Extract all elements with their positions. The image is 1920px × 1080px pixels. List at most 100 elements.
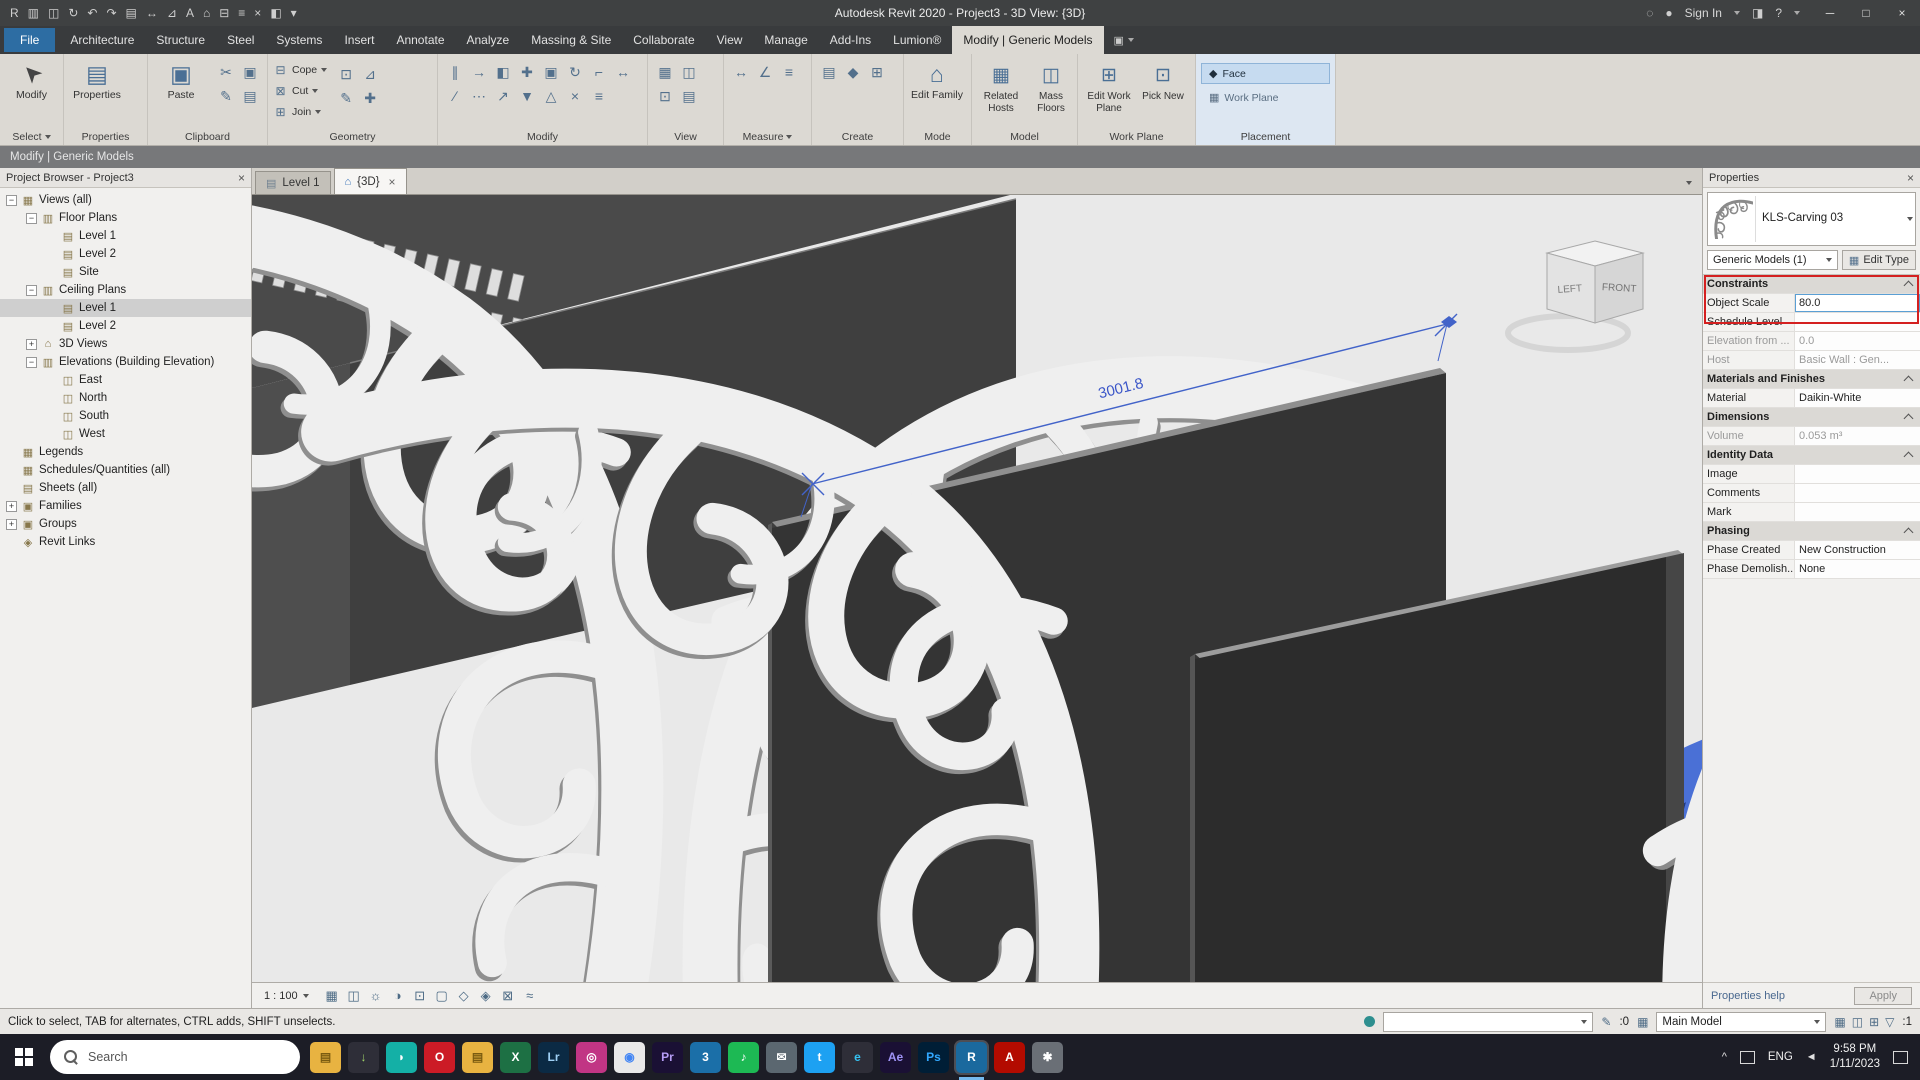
tree-item[interactable]: − ▥ Ceiling Plans <box>0 281 251 299</box>
create-parts-icon[interactable]: ▤ <box>817 60 841 84</box>
revit-home-icon[interactable]: R <box>10 0 19 26</box>
mirror-icon[interactable]: ◧ <box>491 60 515 84</box>
show-crop-icon[interactable]: ▢ <box>431 986 453 1006</box>
worksharing-display-icon[interactable]: ≈ <box>519 986 541 1006</box>
editable-elements-icon[interactable]: ✎ <box>1601 1015 1611 1029</box>
beam-cope-icon[interactable]: ⊿ <box>358 62 382 86</box>
property-value[interactable]: Basic Wall : Gen... <box>1795 351 1920 369</box>
tray-expand-icon[interactable]: ^ <box>1722 1051 1727 1063</box>
property-value[interactable]: None <box>1795 560 1920 578</box>
ribbon-tab[interactable]: Analyze <box>456 26 521 54</box>
notification-center-icon[interactable] <box>1893 1050 1908 1064</box>
trim-icon[interactable]: ⌐ <box>587 60 611 84</box>
property-value[interactable] <box>1795 484 1920 502</box>
property-row[interactable]: Constraints <box>1703 275 1920 294</box>
match-type-icon[interactable]: ✎ <box>214 84 238 108</box>
paste-special-icon[interactable]: ▤ <box>238 84 262 108</box>
ribbon-tab[interactable]: Massing & Site <box>520 26 622 54</box>
properties-help-link[interactable]: Properties help <box>1711 990 1785 1002</box>
property-row[interactable]: Identity Data <box>1703 446 1920 465</box>
property-row[interactable]: Phase Demolish... None <box>1703 560 1920 579</box>
property-value[interactable]: 0.0 <box>1795 332 1920 350</box>
search-icon[interactable]: ◌ <box>1646 6 1653 20</box>
visual-style-icon[interactable]: ◫ <box>343 986 365 1006</box>
close-properties-icon[interactable]: × <box>1907 171 1914 185</box>
placement-face-option[interactable]: ◆ Face <box>1201 63 1330 84</box>
worksets-dialog-icon[interactable]: ▦ <box>1637 1015 1648 1029</box>
pin-icon[interactable]: ▼ <box>515 84 539 108</box>
download-manager[interactable]: ↓ <box>348 1041 379 1073</box>
tree-item[interactable]: ◫ East <box>0 371 251 389</box>
sync-icon[interactable]: ↻ <box>68 0 78 26</box>
show-hidden-icon[interactable]: ◫ <box>677 60 701 84</box>
after-effects[interactable]: Ae <box>880 1041 911 1073</box>
drawing-area[interactable]: 3001.8 LEFT FRONT <box>252 195 1702 982</box>
crop-view-icon[interactable]: ⊡ <box>409 986 431 1006</box>
ribbon-tab[interactable]: Structure <box>145 26 216 54</box>
tray-app-icon[interactable] <box>1739 1050 1755 1064</box>
view-range-icon[interactable]: ▤ <box>677 84 701 108</box>
extend-icon[interactable]: ↔ <box>611 60 635 84</box>
copy-icon[interactable]: ▣ <box>539 60 563 84</box>
ribbon-tab[interactable]: Systems <box>265 26 333 54</box>
volume-icon[interactable]: ◄ <box>1806 1051 1817 1063</box>
property-row[interactable]: Phasing <box>1703 522 1920 541</box>
premiere[interactable]: Pr <box>652 1041 683 1073</box>
close-project-browser-icon[interactable]: × <box>238 171 245 185</box>
cope-button[interactable]: ⊟ Cope <box>273 59 328 80</box>
customize-qat-icon[interactable]: ▾ <box>291 0 297 26</box>
revit[interactable]: R <box>956 1041 987 1080</box>
tree-item[interactable]: + ⌂ 3D Views <box>0 335 251 353</box>
close-view-tab-icon[interactable]: × <box>389 175 396 189</box>
tree-item[interactable]: ▦ Schedules/Quantities (all) <box>0 461 251 479</box>
unlocked-view-icon[interactable]: ⊠ <box>497 986 519 1006</box>
cut-icon[interactable]: ✂ <box>214 60 238 84</box>
ribbon-tab[interactable]: Lumion® <box>882 26 952 54</box>
tree-item[interactable]: − ▥ Elevations (Building Elevation) <box>0 353 251 371</box>
ribbon-tab[interactable]: Manage <box>753 26 818 54</box>
tree-item[interactable]: + ▣ Families <box>0 497 251 515</box>
wall-joins-icon[interactable]: ⊡ <box>334 62 358 86</box>
match-icon[interactable]: ≡ <box>587 84 611 108</box>
switch-windows-icon[interactable]: ◧ <box>270 0 281 26</box>
ribbon-tab[interactable]: View <box>706 26 754 54</box>
tree-item[interactable]: ▤ Level 2 <box>0 317 251 335</box>
edit-type-button[interactable]: ▦ Edit Type <box>1841 250 1916 270</box>
property-row[interactable]: Mark <box>1703 503 1920 522</box>
cut-profile-icon[interactable]: ▦ <box>653 60 677 84</box>
unpin-icon[interactable]: △ <box>539 84 563 108</box>
folder[interactable]: ▤ <box>462 1041 493 1073</box>
aligned-dimension-icon[interactable]: ⊿ <box>167 0 177 26</box>
3d-scene[interactable]: 3001.8 LEFT FRONT <box>252 195 1702 982</box>
property-value[interactable] <box>1795 313 1920 331</box>
messaging-app[interactable]: ◗ <box>386 1041 417 1073</box>
rotate-icon[interactable]: ↻ <box>563 60 587 84</box>
property-row[interactable]: Materials and Finishes <box>1703 370 1920 389</box>
create-similar-icon[interactable]: ◆ <box>841 60 865 84</box>
scale-icon[interactable]: ↗ <box>491 84 515 108</box>
pick-new-button[interactable]: ⊡ Pick New <box>1137 59 1189 114</box>
viewcube[interactable]: LEFT FRONT <box>1505 240 1645 353</box>
array-icon[interactable]: ⋯ <box>467 84 491 108</box>
reveal-hidden-icon[interactable]: ◈ <box>475 986 497 1006</box>
create-group-icon[interactable]: ⊞ <box>865 60 889 84</box>
view-tab[interactable]: ⌂ {3D} × <box>333 168 407 194</box>
edge[interactable]: e <box>842 1041 873 1073</box>
active-tool-indicator[interactable]: ▣ <box>1104 26 1144 54</box>
editable-only-icon[interactable]: ▦ <box>1834 1015 1845 1029</box>
chrome[interactable]: ◉ <box>614 1041 645 1073</box>
view-tab[interactable]: ▤ Level 1 <box>255 171 331 194</box>
copy-icon[interactable]: ▣ <box>238 60 262 84</box>
close-button[interactable]: × <box>1884 0 1920 26</box>
expand-toggle-icon[interactable]: − <box>26 356 37 368</box>
property-row[interactable]: Schedule Level <box>1703 313 1920 332</box>
ribbon-tab[interactable]: Modify | Generic Models <box>952 26 1104 54</box>
tree-item[interactable]: ◈ Revit Links <box>0 533 251 551</box>
split-icon[interactable]: ∕ <box>443 84 467 108</box>
delete-icon[interactable]: × <box>563 84 587 108</box>
design-options-icon[interactable]: ◫ <box>1852 1015 1863 1029</box>
tree-item[interactable]: ▤ Level 1 <box>0 299 251 317</box>
related-hosts-button[interactable]: ▦ Related Hosts <box>977 59 1025 114</box>
expand-toggle-icon[interactable]: − <box>6 194 17 206</box>
opera[interactable]: O <box>424 1041 455 1073</box>
